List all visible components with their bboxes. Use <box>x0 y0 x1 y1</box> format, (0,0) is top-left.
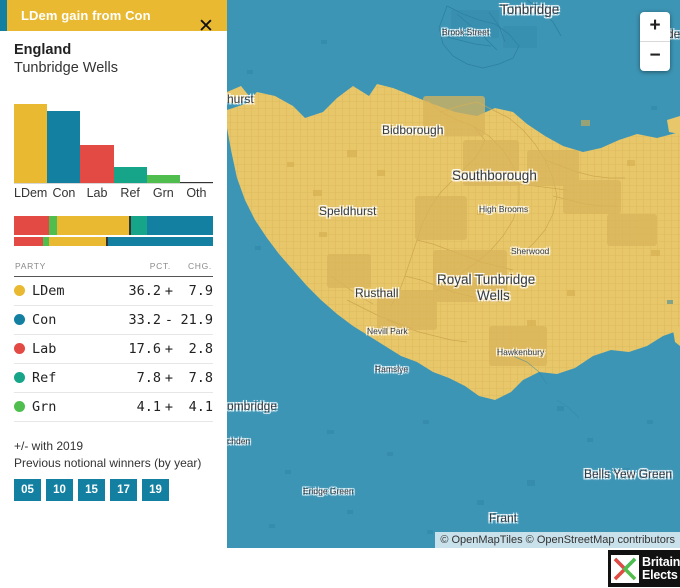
place-heading: England Tunbridge Wells <box>0 31 227 78</box>
bar-chart-bars <box>14 96 214 184</box>
close-icon[interactable]: ✕ <box>195 16 217 38</box>
party-color-dot <box>14 313 25 325</box>
party-color-dot <box>14 371 25 383</box>
logo-line-2: Elects <box>642 567 678 582</box>
year-badge[interactable]: 05 <box>14 478 41 501</box>
bar-x-label: LDem <box>14 185 48 200</box>
cell-party: Ref <box>14 363 104 393</box>
party-color-dot <box>14 400 25 412</box>
stack-segment <box>14 215 50 235</box>
country-name: England <box>14 42 72 58</box>
bar-x-label: Lab <box>86 185 108 200</box>
bar-column <box>80 96 114 184</box>
table-row: Lab 17.6 +2.8 <box>14 334 213 364</box>
table-body: LDem 36.2 +7.9 Con 33.2-21.9 Lab 17.6 +2.8 Ref 7.… <box>14 276 213 422</box>
cell-party: Grn <box>14 392 104 422</box>
map-attribution[interactable]: © OpenMapTiles © OpenStreetMap contribut… <box>435 532 680 548</box>
cell-party: Lab <box>14 334 104 364</box>
cell-change-sign: + <box>161 276 173 306</box>
logo-line-1: Britain <box>642 554 680 569</box>
previous-winners-note: Previous notional winners (by year) <box>14 456 202 471</box>
bar-x-label: Ref <box>120 185 140 200</box>
bar-x-label: Grn <box>152 185 174 200</box>
bar-column <box>146 96 180 184</box>
panel-header-title: LDem gain from Con <box>21 8 151 23</box>
party-color-dot <box>14 284 25 296</box>
stacked-bar-previous <box>14 236 213 246</box>
table-row: LDem 36.2 +7.9 <box>14 276 213 306</box>
cell-change-sign: + <box>161 334 173 364</box>
zoom-out-button[interactable]: − <box>640 42 670 71</box>
cell-party: Con <box>14 305 104 335</box>
year-badge[interactable]: 19 <box>142 478 169 501</box>
stack-segment <box>108 236 213 246</box>
cell-pct: 4.1 <box>103 392 161 422</box>
stack-segment <box>131 215 147 235</box>
seat-name: Tunbridge Wells <box>14 60 118 77</box>
cell-pct: 17.6 <box>103 334 161 364</box>
result-panel: LDem gain from Con ✕ England Tunbridge W… <box>0 0 227 587</box>
cell-change-value: 21.9 <box>173 305 213 335</box>
panel-footer: +/- with 2019 Previous notional winners … <box>14 438 213 501</box>
column-header-party: PARTY <box>14 259 104 277</box>
table-header-row: PARTY PCT. CHG. <box>14 259 213 277</box>
bar <box>14 104 48 184</box>
cell-change-sign: + <box>161 363 173 393</box>
bar-column <box>47 96 81 184</box>
stack-segment <box>14 236 44 246</box>
year-badge[interactable]: 10 <box>46 478 73 501</box>
cell-change-value: 2.8 <box>173 334 213 364</box>
stack-segment <box>49 236 106 246</box>
stack-segment <box>146 215 213 235</box>
cell-party: LDem <box>14 276 104 306</box>
bar-x-label: Con <box>52 185 76 200</box>
cell-change-value: 7.8 <box>173 363 213 393</box>
logo-x-icon <box>611 554 639 583</box>
year-badge[interactable]: 15 <box>78 478 105 501</box>
bar-chart-axis-line <box>14 182 213 184</box>
bar-column <box>113 96 147 184</box>
cell-change-value: 4.1 <box>173 392 213 422</box>
table-row: Con 33.2-21.9 <box>14 305 213 335</box>
bar-column <box>179 96 214 184</box>
cell-change-sign: - <box>161 305 173 335</box>
panel-header: LDem gain from Con <box>0 0 227 31</box>
table-row: Ref 7.8 +7.8 <box>14 363 213 393</box>
bar-column <box>14 96 48 184</box>
stack-segment <box>57 215 130 235</box>
zoom-in-button[interactable]: + <box>640 12 670 42</box>
logo-text: Britain Elects <box>642 554 680 582</box>
map-zoom-control[interactable]: + − <box>640 12 670 71</box>
cell-change-value: 7.9 <box>173 276 213 306</box>
bar <box>47 110 81 184</box>
stacked-bar-current <box>14 215 213 235</box>
britain-elects-logo: Britain Elects <box>608 550 680 587</box>
bar <box>113 166 147 184</box>
party-color-dot <box>14 342 25 354</box>
year-badge[interactable]: 17 <box>110 478 137 501</box>
constituency-boundary-shape <box>227 0 680 534</box>
cell-pct: 36.2 <box>103 276 161 306</box>
bar <box>80 145 114 184</box>
table-row: Grn 4.1 +4.1 <box>14 392 213 422</box>
cell-pct: 33.2 <box>103 305 161 335</box>
previous-winner-year-badges: 05 10 15 17 19 <box>14 478 213 501</box>
cell-pct: 7.8 <box>103 363 161 393</box>
column-header-pct: PCT. <box>103 259 173 277</box>
vote-share-bar-chart: LDem Con Lab Ref Grn Oth <box>14 96 214 204</box>
cell-change-sign: + <box>161 392 173 422</box>
bar-x-label: Oth <box>186 185 207 200</box>
results-table: PARTY PCT. CHG. LDem 36.2 +7.9 Con 33.2-21.9… <box>14 259 213 422</box>
stack-segment <box>49 215 58 235</box>
stacked-share-bars <box>14 215 213 246</box>
column-header-chg: CHG. <box>173 259 213 277</box>
map-canvas[interactable]: Tonbridge Brook Street hurst Bidborough Sout… <box>227 0 680 548</box>
bar-chart-x-labels: LDem Con Lab Ref Grn Oth <box>14 186 213 204</box>
compare-note: +/- with 2019 <box>14 438 84 453</box>
